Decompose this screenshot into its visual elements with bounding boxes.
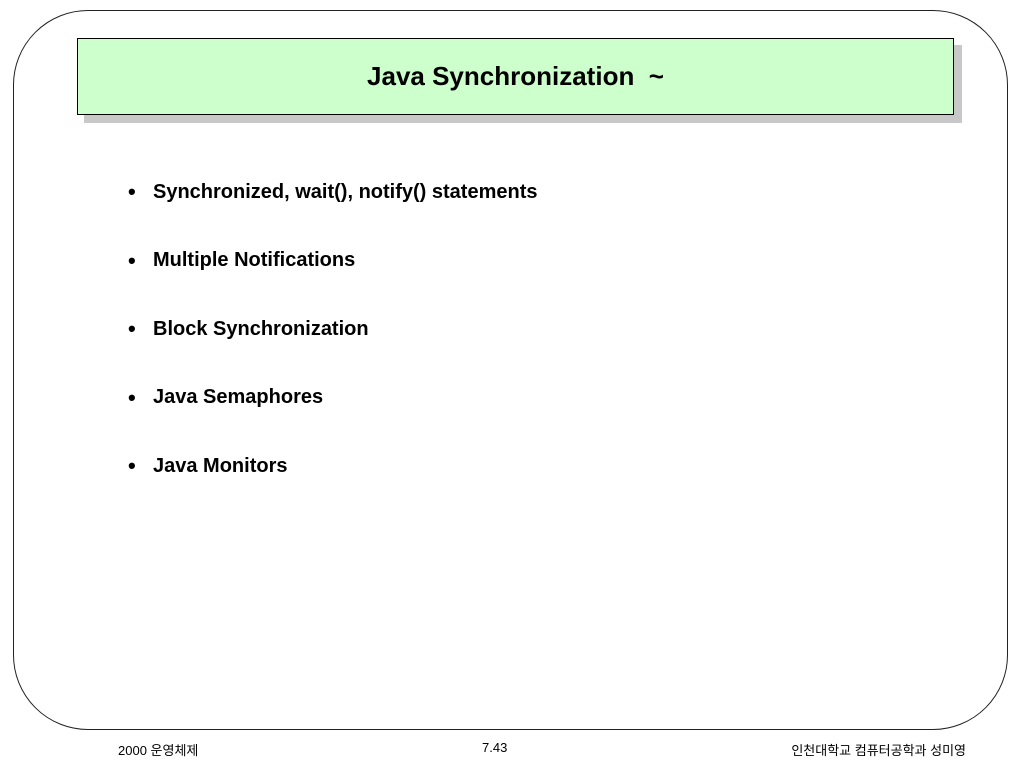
bullet-text: Java Semaphores <box>153 386 324 408</box>
bullet-icon: • <box>128 384 136 410</box>
bullet-icon: • <box>128 179 136 204</box>
bullet-text: Block Synchronization <box>153 317 369 340</box>
bullet-text: Synchronized, wait(), notify() statement… <box>153 180 538 203</box>
list-item: • Synchronized, wait(), notify() stateme… <box>128 178 537 206</box>
list-item: • Block Synchronization <box>128 315 537 343</box>
bullet-text: Multiple Notifications <box>153 249 356 271</box>
bullet-text: Java Monitors <box>153 454 288 477</box>
bullet-icon: • <box>128 453 136 478</box>
title-box: Java Synchronization ~ <box>77 38 954 115</box>
footer-course: 2000 운영체제 <box>118 743 199 758</box>
footer-author: 인천대학교 컴퓨터공학과 성미영 <box>791 743 966 758</box>
footer-page-number: 7.43 <box>482 740 508 755</box>
slide-title: Java Synchronization ~ <box>367 61 664 91</box>
list-item: • Java Semaphores <box>128 384 537 412</box>
list-item: • Multiple Notifications <box>128 247 537 275</box>
bullet-list: • Synchronized, wait(), notify() stateme… <box>128 178 537 521</box>
bullet-icon: • <box>128 316 136 341</box>
bullet-icon: • <box>128 247 136 273</box>
list-item: • Java Monitors <box>128 452 537 480</box>
